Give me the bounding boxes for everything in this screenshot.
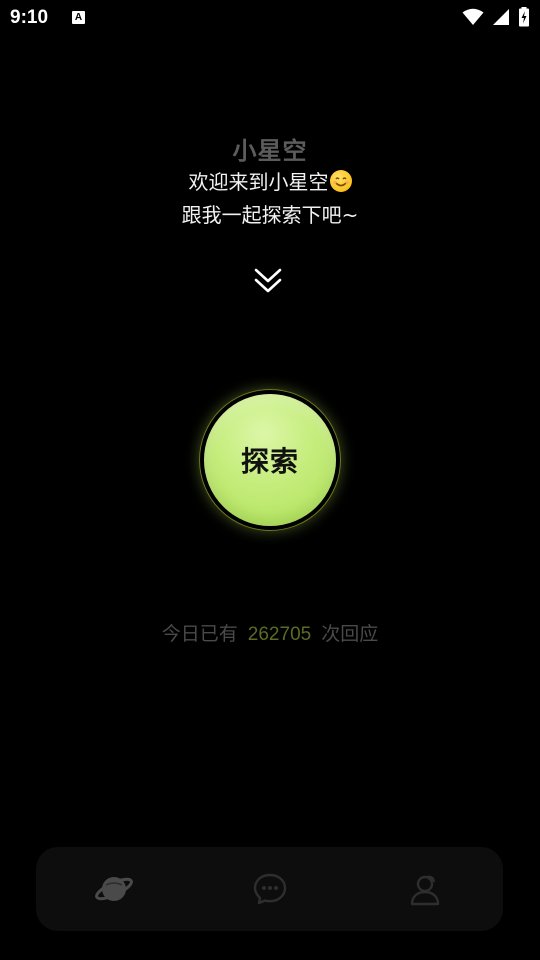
daily-response-counter: 今日已有 262705 次回应 bbox=[0, 619, 540, 646]
cell-signal-icon bbox=[493, 9, 509, 25]
planet-icon bbox=[95, 877, 133, 901]
nav-item-chat[interactable] bbox=[192, 847, 348, 931]
welcome-text: 欢迎来到小星空 bbox=[188, 170, 329, 194]
app-title: 小星空 bbox=[232, 137, 308, 165]
smiling-face-icon bbox=[329, 170, 352, 192]
double-chevron-down-icon bbox=[254, 268, 282, 293]
wifi-icon bbox=[462, 8, 484, 25]
explore-button[interactable]: 探索 bbox=[204, 394, 336, 526]
counter-prefix: 今日已有 bbox=[161, 623, 238, 645]
status-icons bbox=[462, 7, 530, 27]
status-bar: 9:10 A bbox=[0, 0, 540, 36]
subtitle-line: 跟我一起探索下吧~ bbox=[181, 203, 359, 227]
explore-label: 探索 bbox=[240, 445, 299, 478]
accessibility-a-icon: A bbox=[72, 11, 85, 24]
status-time: 9:10 bbox=[10, 7, 49, 28]
welcome-line: 欢迎来到小星空 bbox=[0, 166, 540, 195]
counter-suffix: 次回应 bbox=[321, 623, 379, 645]
nav-item-planet[interactable] bbox=[36, 847, 192, 931]
bottom-nav bbox=[36, 847, 503, 931]
battery-charging-icon bbox=[519, 7, 529, 27]
counter-value: 262705 bbox=[247, 624, 312, 645]
nav-item-profile[interactable] bbox=[347, 847, 503, 931]
chat-bubble-icon bbox=[253, 873, 287, 905]
profile-icon bbox=[410, 875, 440, 906]
